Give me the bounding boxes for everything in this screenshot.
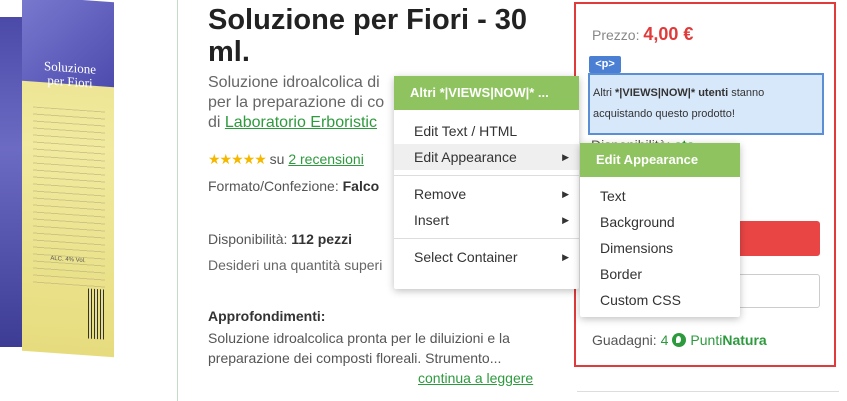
submenu-item-background[interactable]: Background (580, 209, 740, 235)
reviews-link[interactable]: 2 recensioni (288, 151, 364, 167)
rating-stars: ★★★★★ (208, 151, 267, 167)
quantity-request-text: Desideri una quantità superi (208, 257, 383, 273)
submenu-item-text[interactable]: Text (580, 183, 740, 209)
chevron-right-icon: ▶ (562, 252, 569, 262)
appearance-submenu: Edit Appearance Text Background Dimensio… (580, 143, 740, 317)
product-image[interactable]: Soluzione per Fiori ALC. 4% Vol. (0, 0, 178, 401)
details-text: Soluzione idroalcolica pronta per le dil… (208, 330, 510, 366)
read-more-link[interactable]: continua a leggere (418, 370, 533, 386)
chevron-right-icon: ▶ (562, 152, 569, 162)
chevron-right-icon: ▶ (562, 215, 569, 225)
menu-item-insert[interactable]: Insert ▶ (394, 207, 579, 233)
context-menu-header: Altri *|VIEWS|NOW|* ... (394, 76, 579, 110)
details-heading: Approfondimenti: (208, 308, 326, 324)
brand-link[interactable]: Laboratorio Erboristic (225, 114, 377, 131)
menu-item-remove[interactable]: Remove ▶ (394, 181, 579, 207)
selected-message-element[interactable]: Altri *|VIEWS|NOW|* utenti stanno acquis… (588, 73, 824, 135)
availability-row: Disponibilità: 112 pezzi (208, 231, 352, 247)
box-label: Soluzione per Fiori (44, 58, 96, 91)
rating-row: ★★★★★ su 2 recensioni (208, 151, 364, 167)
chevron-right-icon: ▶ (562, 189, 569, 199)
submenu-item-dimensions[interactable]: Dimensions (580, 235, 740, 261)
menu-item-edit-text[interactable]: Edit Text / HTML (394, 118, 579, 144)
divider (577, 391, 839, 392)
price-row: Prezzo: 4,00 € (592, 24, 694, 44)
menu-separator (394, 175, 579, 176)
leaf-icon (672, 333, 687, 347)
price-value: 4,00 € (643, 24, 694, 44)
submenu-header: Edit Appearance (580, 143, 740, 177)
element-tag-badge[interactable]: <p> (589, 56, 621, 73)
product-title: Soluzione per Fiori - 30 ml. (208, 4, 528, 68)
barcode (88, 288, 104, 340)
menu-item-edit-appearance[interactable]: Edit Appearance ▶ (394, 144, 579, 170)
box-front-face (0, 17, 22, 347)
points-row: Guadagni: 4 PuntiNatura (592, 332, 767, 348)
submenu-item-custom-css[interactable]: Custom CSS (580, 287, 740, 313)
context-menu: Altri *|VIEWS|NOW|* ... Edit Text / HTML… (394, 76, 579, 289)
menu-separator (394, 238, 579, 239)
format-row: Formato/Confezione: Falco (208, 178, 380, 194)
box-fine-print (33, 106, 105, 292)
submenu-item-border[interactable]: Border (580, 261, 740, 287)
menu-item-select-container[interactable]: Select Container ▶ (394, 244, 579, 270)
